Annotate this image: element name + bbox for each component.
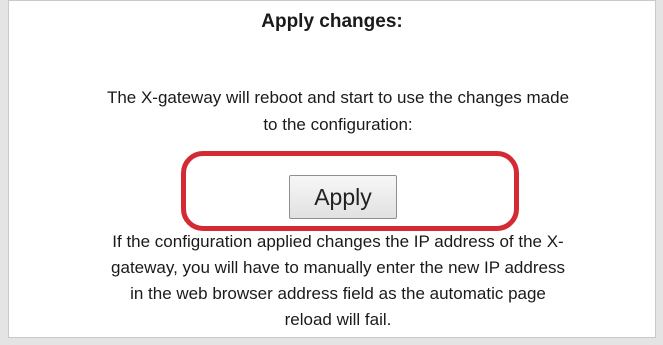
note-line: gateway, you will have to manually enter… (111, 258, 565, 277)
description-line: to the configuration: (263, 115, 413, 134)
note-line: reload will fail. (284, 310, 392, 329)
ip-change-note: If the configuration applied changes the… (9, 229, 655, 333)
panel-title: Apply changes: (261, 11, 403, 32)
note-line: If the configuration applied changes the… (112, 232, 564, 251)
note-line: in the web browser address field as the … (130, 284, 546, 303)
description-line: The X-gateway will reboot and start to u… (106, 88, 570, 107)
reboot-description: The X-gateway will reboot and start to u… (9, 84, 655, 138)
apply-changes-panel: Apply changes: The X-gateway will reboot… (8, 0, 656, 338)
apply-button[interactable]: Apply (289, 175, 397, 219)
